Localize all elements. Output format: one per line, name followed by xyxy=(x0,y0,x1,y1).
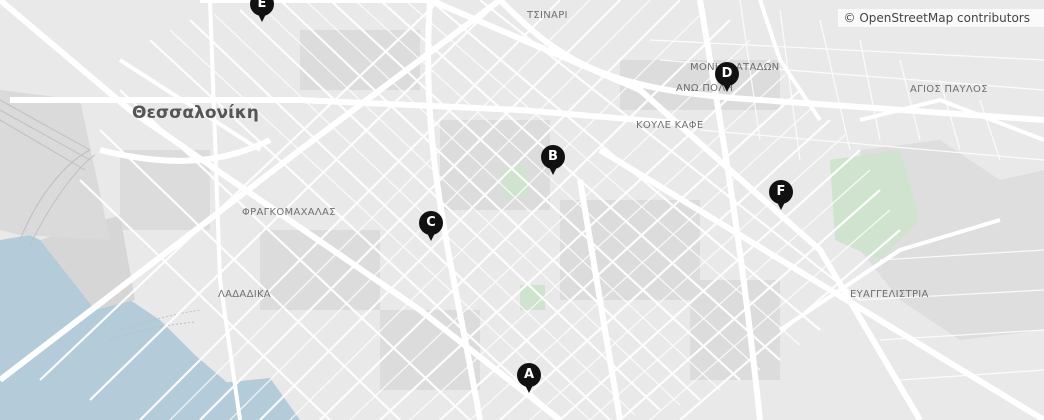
marker-label: C xyxy=(426,215,436,230)
marker-label: B xyxy=(548,149,558,164)
place-label-tsinari: ΤΣΙΝΑΡΙ xyxy=(527,10,568,21)
map-attribution-link[interactable]: © OpenStreetMap contributors xyxy=(837,9,1044,27)
map-canvas[interactable]: Θεσσαλονίκη ΤΣΙΝΑΡΙ ΜΟΝΙ ΒΛΑΤΑΔΩΝ ΑΝΩ ΠΟ… xyxy=(0,0,1044,420)
map-base-layer xyxy=(0,0,1044,420)
map-marker-e[interactable]: E xyxy=(249,0,275,24)
place-label-ladadika: ΛΑΔΑΔΙΚΑ xyxy=(218,289,271,300)
marker-label: F xyxy=(776,184,786,199)
map-marker-c[interactable]: C xyxy=(418,211,444,243)
map-marker-f[interactable]: F xyxy=(768,180,794,212)
place-label-fragkomachalas: ΦΡΑΓΚΟΜΑΧΑΛΑΣ xyxy=(242,207,336,218)
marker-label: A xyxy=(523,367,535,382)
place-label-evaggelistria: ΕΥΑΓΓΕΛΙΣΤΡΙΑ xyxy=(850,289,929,300)
map-marker-a[interactable]: A xyxy=(516,363,542,395)
map-marker-d[interactable]: D xyxy=(714,62,740,94)
marker-label: E xyxy=(257,0,267,11)
marker-label: D xyxy=(721,66,733,81)
place-label-koule-kafe: ΚΟΥΛΕ ΚΑΦΕ xyxy=(636,120,704,131)
place-label-agios-pavlos: ΑΓΙΟΣ ΠΑΥΛΟΣ xyxy=(910,84,988,95)
city-label: Θεσσαλονίκη xyxy=(132,103,259,123)
map-marker-b[interactable]: B xyxy=(540,145,566,177)
